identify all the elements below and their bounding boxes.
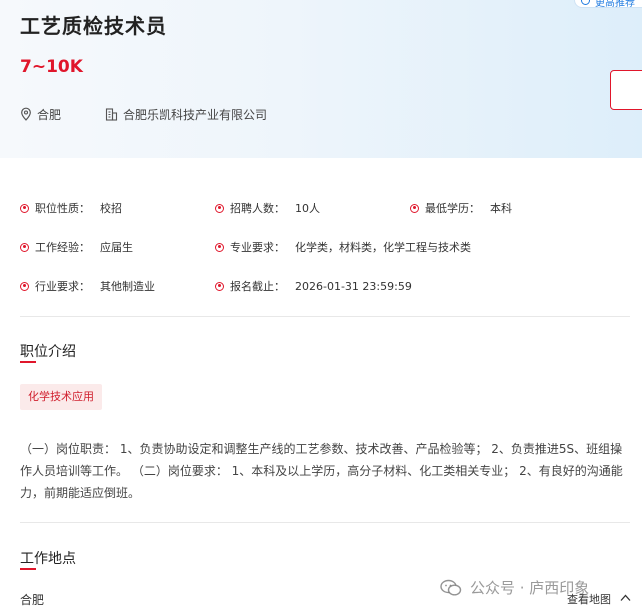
work-city: 合肥 [20, 593, 45, 607]
section-title-intro: 职位介绍 [20, 344, 76, 360]
attr-value: 校招 [100, 202, 122, 215]
section-underline [20, 361, 36, 363]
attr-major: 专业要求： 化学类，材料类，化学工程与技术类 [215, 239, 471, 255]
attr-key: 报名截止： [230, 280, 285, 293]
bullet-icon [20, 203, 29, 213]
section-title-location: 工作地点 [20, 551, 76, 567]
company-name: 合肥乐凯科技产业有限公司 [123, 107, 268, 122]
divider [20, 316, 630, 317]
attr-value: 本科 [490, 202, 512, 215]
skill-tag[interactable]: 化学技术应用 [20, 384, 102, 410]
attr-key: 行业要求： [35, 280, 90, 293]
bullet-icon [410, 203, 419, 213]
bullet-icon [20, 242, 29, 252]
top-badge-label: 更高推荐 [595, 0, 635, 9]
job-location: 合肥 [20, 106, 61, 123]
attr-deadline: 报名截止： 2026-01-31 23:59:59 [215, 278, 412, 294]
attr-key: 招聘人数： [230, 202, 285, 215]
attr-value: 其他制造业 [100, 280, 155, 293]
attr-experience: 工作经验： 应届生 [20, 239, 133, 255]
attr-key: 专业要求： [230, 241, 285, 254]
attr-headcount: 招聘人数： 10人 [215, 200, 320, 216]
location-text: 合肥 [37, 107, 62, 122]
attr-key: 工作经验： [35, 241, 90, 254]
company[interactable]: 合肥乐凯科技产业有限公司 [105, 106, 267, 123]
badge-icon [581, 0, 590, 5]
wechat-icon [440, 579, 462, 596]
top-badge[interactable]: 更高推荐 [574, 0, 642, 9]
attr-value: 应届生 [100, 241, 133, 254]
chevron-up-icon[interactable] [620, 594, 631, 602]
job-title: 工艺质检技术员 [20, 14, 167, 38]
attr-job-type: 职位性质： 校招 [20, 200, 122, 216]
attr-industry: 行业要求： 其他制造业 [20, 278, 155, 294]
job-header: 工艺质检技术员 7~10K 更高推荐 合肥 合肥乐凯科技产业有限公司 [0, 0, 642, 158]
building-icon [105, 107, 118, 121]
attr-value: 化学类，材料类，化学工程与技术类 [295, 241, 471, 254]
divider [20, 522, 630, 523]
attr-key: 职位性质： [35, 202, 90, 215]
attr-value: 10人 [295, 202, 320, 215]
attr-education: 最低学历： 本科 [410, 200, 512, 216]
location-row: 合肥 合肥乐凯科技产业有限公司 [20, 106, 267, 122]
bullet-icon [20, 281, 29, 291]
attr-value: 2026-01-31 23:59:59 [295, 279, 412, 293]
attr-key: 最低学历： [425, 202, 480, 215]
job-description: （一）岗位职责： 1、负责协助设定和调整生产线的工艺参数、技术改善、产品检验等；… [20, 442, 623, 500]
bullet-icon [215, 281, 224, 291]
section-underline [20, 568, 36, 570]
view-map-link[interactable]: 查看地图 [567, 591, 611, 607]
bullet-icon [215, 242, 224, 252]
location-pin-icon [21, 107, 31, 121]
apply-button[interactable] [610, 70, 642, 110]
salary: 7~10K [20, 57, 83, 77]
bullet-icon [215, 203, 224, 213]
